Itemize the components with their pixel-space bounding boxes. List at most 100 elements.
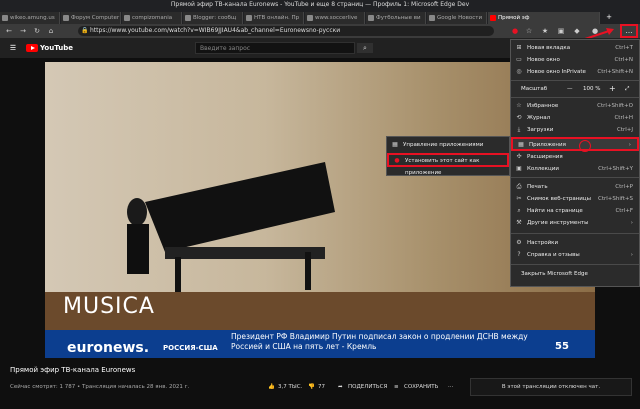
menu-shortcut: Ctrl+Shift+O [597, 103, 633, 109]
menu-new-window[interactable]: ▭ Новое окно Ctrl+N [511, 54, 639, 66]
tab-label: Футбольные ви [376, 15, 421, 21]
tab-label: Форум Computer [71, 15, 120, 21]
submenu-manage-apps[interactable]: ▦ Управление приложениями [387, 139, 509, 151]
zoom-in-button[interactable]: + [609, 83, 616, 95]
menu-new-inprivate[interactable]: ◎ Новое окно InPrivate Ctrl+Shift+N [511, 66, 639, 78]
like-count[interactable]: 3,7 ТЫС. [278, 384, 302, 390]
address-bar[interactable]: 🔒 https://www.youtube.com/watch?v=WIB69J… [78, 26, 494, 36]
menu-label: Новая вкладка [527, 45, 571, 51]
like-icon[interactable]: 👍 [268, 384, 275, 390]
menu-print[interactable]: ⎙ Печать Ctrl+P [511, 181, 639, 193]
collections-icon[interactable]: ▣ [556, 26, 566, 36]
tab-1[interactable]: wikeo.amung.us [0, 12, 60, 24]
menu-label: Новое окно [527, 57, 560, 63]
menu-separator [511, 233, 639, 234]
save-button[interactable]: СОХРАНИТЬ [404, 384, 438, 390]
menu-label: Журнал [527, 115, 551, 121]
tab-8[interactable]: Google Новости [427, 12, 487, 24]
tab-5[interactable]: НТВ онлайн. Пр [244, 12, 304, 24]
youtube-search-input[interactable]: Введите запрос [195, 42, 355, 54]
search-icon[interactable]: ⌕ [357, 43, 373, 53]
fullscreen-icon[interactable]: ⤢ [625, 83, 629, 95]
menu-label: Коллекции [527, 166, 559, 172]
menu-label: Справка и отзывы [527, 252, 580, 258]
submenu-install-site[interactable]: ● Установить этот сайт как приложение [387, 153, 509, 176]
menu-find[interactable]: ⌕ Найти на странице Ctrl+F [511, 205, 639, 217]
video-meta: Сейчас смотрят: 1 787 • Трансляция начал… [10, 384, 190, 390]
tab-label: Google Новости [437, 15, 483, 21]
more-actions-icon[interactable]: ⋯ [448, 384, 454, 390]
tab-active[interactable]: Прямой эф [488, 12, 600, 24]
favicon-icon [429, 15, 435, 21]
extensions-icon: ✣ [516, 153, 522, 160]
share-button[interactable]: ПОДЕЛИТЬСЯ [348, 384, 387, 390]
menu-settings[interactable]: ⚙ Настройки [511, 237, 639, 249]
piano-image [127, 162, 335, 292]
menu-separator [511, 97, 639, 98]
refresh-icon[interactable]: ↻ [32, 26, 42, 36]
menu-help[interactable]: ? Справка и отзывы › [511, 249, 639, 261]
menu-label: Найти на странице [527, 208, 583, 214]
apps-grid-icon: ▦ [392, 141, 398, 148]
home-icon[interactable]: ⌂ [46, 26, 56, 36]
menu-downloads[interactable]: ⤓ Загрузки Ctrl+J [511, 124, 639, 136]
menu-label: Другие инструменты [527, 220, 589, 226]
menu-separator [511, 80, 639, 81]
menu-new-tab[interactable]: ⊞ Новая вкладка Ctrl+T [511, 42, 639, 54]
tab-2[interactable]: Форум Computer [61, 12, 121, 24]
menu-history[interactable]: ⟲ Журнал Ctrl+H [511, 112, 639, 124]
banner-channel-number: 55 [555, 341, 569, 352]
menu-shortcut: Ctrl+T [615, 45, 633, 51]
menu-favorites[interactable]: ☆ Избранное Ctrl+Shift+O [511, 100, 639, 112]
chevron-right-icon: › [628, 142, 631, 148]
menu-label: Приложения [529, 142, 566, 148]
menu-web-capture[interactable]: ✂ Снимок веб-страницы Ctrl+Shift+S [511, 193, 639, 205]
menu-shortcut: Ctrl+P [615, 184, 633, 190]
new-tab-plus-icon[interactable]: + [604, 12, 614, 22]
forward-icon[interactable]: → [18, 26, 28, 36]
tab-4[interactable]: Blogger: сообщ [183, 12, 243, 24]
zoom-label: Масштаб [521, 86, 548, 92]
window-title: Прямой эфир ТВ-канала Euronews - YouTube… [170, 1, 470, 8]
menu-label: Управление приложениями [403, 142, 484, 148]
tab-7[interactable]: Футбольные ви [366, 12, 426, 24]
banner-headline: Президент РФ Владимир Путин подписал зак… [231, 332, 528, 351]
pwa-install-icon[interactable]: ● [510, 26, 520, 36]
hamburger-menu-icon[interactable]: ☰ [8, 43, 18, 53]
share-icon[interactable]: ➦ [338, 384, 343, 390]
chat-disabled-notice: В этой трансляции отключен чат. [470, 378, 632, 396]
menu-label: Установить этот сайт как приложение [405, 158, 480, 176]
menu-close-edge[interactable]: Закрыть Microsoft Edge [511, 268, 639, 280]
menu-more-tools[interactable]: ⚒ Другие инструменты › [511, 217, 639, 229]
youtube-logo-icon[interactable] [26, 44, 38, 52]
zoom-out-button[interactable]: — [567, 83, 573, 95]
menu-label: Печать [527, 184, 548, 190]
save-icon[interactable]: ≡ [394, 384, 399, 390]
menu-collections[interactable]: ▣ Коллекции Ctrl+Shift+Y [511, 163, 639, 175]
print-icon: ⎙ [516, 183, 522, 190]
apps-submenu: ▦ Управление приложениями ● Установить э… [386, 136, 510, 176]
menu-label: Избранное [527, 103, 559, 109]
favorite-star-icon[interactable]: ☆ [524, 26, 534, 36]
history-icon: ⟲ [516, 114, 522, 121]
tab-6[interactable]: www.soccerlive [305, 12, 365, 24]
window-title-bar: Прямой эфир ТВ-канала Euronews - YouTube… [0, 0, 640, 10]
menu-shortcut: Ctrl+Shift+N [597, 69, 633, 75]
dislike-count[interactable]: 77 [318, 384, 325, 390]
favorites-bar-icon[interactable]: ★ [540, 26, 550, 36]
find-icon: ⌕ [517, 207, 521, 214]
menu-label: Расширения [527, 154, 563, 160]
tab-3[interactable]: compizomania [122, 12, 182, 24]
favicon-icon [368, 15, 374, 21]
favicon-icon [124, 15, 130, 21]
install-app-icon: ● [394, 157, 400, 164]
tab-label: НТВ онлайн. Пр [254, 15, 300, 21]
zoom-value: 100 % [583, 86, 601, 92]
settings-and-more-button[interactable]: … [620, 24, 638, 38]
menu-shortcut: Ctrl+F [615, 208, 633, 214]
menu-extensions[interactable]: ✣ Расширения [511, 151, 639, 163]
dislike-icon[interactable]: 👎 [308, 384, 315, 390]
back-icon[interactable]: ← [4, 26, 14, 36]
menu-apps[interactable]: ▦ Приложения › [511, 137, 639, 152]
apps-icon: ▦ [518, 141, 524, 148]
